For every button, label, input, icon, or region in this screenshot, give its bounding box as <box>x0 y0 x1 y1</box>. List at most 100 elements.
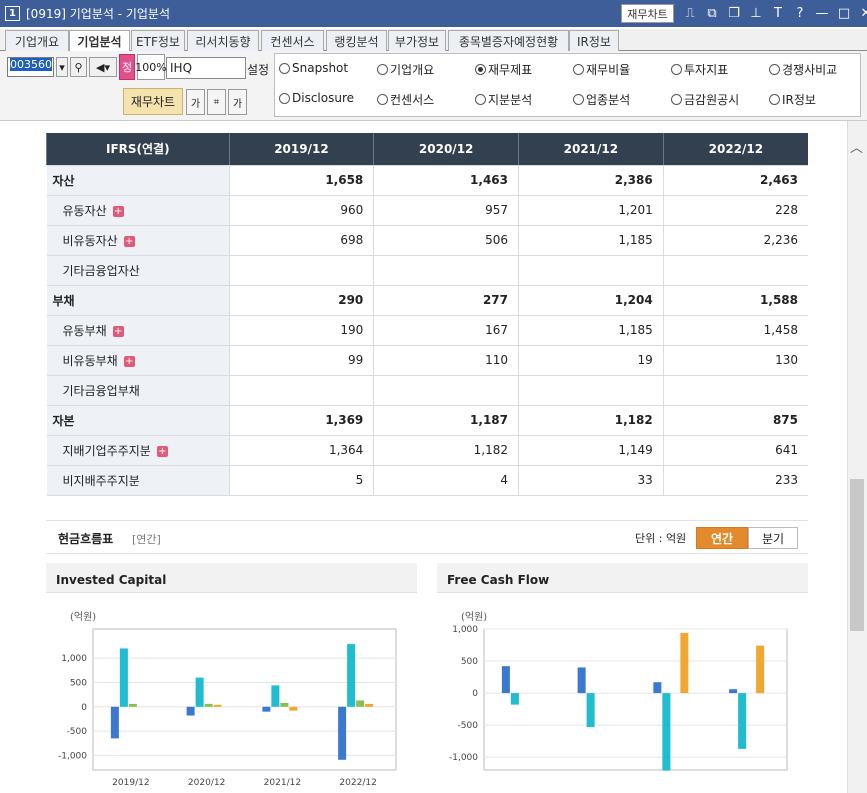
y-unit-label: (억원) <box>70 611 96 623</box>
stock-code-input[interactable]: 003560 <box>7 57 54 77</box>
table-cell: 233 <box>662 465 808 496</box>
table-cell: 290 <box>228 285 374 316</box>
badge-jung[interactable]: 정 <box>119 54 135 80</box>
quarter-toggle[interactable]: 분기 <box>748 527 798 549</box>
finance-chart-title-button[interactable]: 재무차트 <box>621 4 674 23</box>
radio-option-9[interactable]: 업종분석 <box>573 91 630 108</box>
font-size-button[interactable]: 가 <box>186 89 205 115</box>
radio-option-7[interactable]: 컨센서스 <box>377 91 434 108</box>
window-number: 1 <box>5 6 20 21</box>
y-tick-label: 1,000 <box>452 625 478 635</box>
font-size-up-button[interactable]: 가 <box>228 89 247 115</box>
invested-capital-panel: Invested Capital (억원) 1,000 500 0 -500 -1,000… <box>46 563 417 793</box>
row-label-cell: 유동부채 + <box>46 315 230 346</box>
bar-3-3 <box>365 703 374 707</box>
bar-1-3 <box>347 644 356 707</box>
y-tick-label: 500 <box>461 657 478 667</box>
font-icon[interactable]: T <box>770 4 786 22</box>
annual-toggle[interactable]: 연간 <box>696 527 748 549</box>
chevron-down-icon: ▾ <box>59 60 65 74</box>
table-cell <box>662 375 808 406</box>
tab-4[interactable]: 컨센서스 <box>261 30 324 51</box>
table-cell: 1,201 <box>518 195 664 226</box>
tab-6[interactable]: 부가정보 <box>388 30 446 51</box>
radio-label: Snapshot <box>292 61 349 75</box>
table-cell: 110 <box>373 345 519 376</box>
table-row: 자산 1,658 1,463 2,386 2,463 <box>46 165 808 196</box>
x-tick-label: 2019/12 <box>112 778 149 788</box>
radio-option-5[interactable]: 경쟁사비교 <box>769 61 837 78</box>
radio-option-0[interactable]: Snapshot <box>279 61 348 75</box>
finance-chart-button[interactable]: 재무차트 <box>123 88 183 115</box>
y-tick-label: 0 <box>81 703 87 713</box>
tab-8[interactable]: IR정보 <box>569 30 619 51</box>
table-header-2: 2020/12 <box>373 133 519 166</box>
tab-3[interactable]: 리서치동향 <box>187 30 259 51</box>
y-tick-label: 1,000 <box>61 654 87 664</box>
radio-circle-icon <box>475 64 486 75</box>
radio-option-1[interactable]: 기업개요 <box>377 61 434 78</box>
expand-plus-icon[interactable]: + <box>112 205 124 217</box>
table-cell: 2,236 <box>662 225 808 256</box>
radio-option-6[interactable]: Disclosure <box>279 91 354 105</box>
y-tick-label: -500 <box>67 727 88 737</box>
row-label: 유동자산 <box>62 203 107 218</box>
chevron-up-icon[interactable]: ︿ <box>850 137 863 156</box>
maximize-icon[interactable]: □ <box>836 4 852 22</box>
bar-3-3 <box>756 645 765 694</box>
radio-option-11[interactable]: IR정보 <box>769 91 816 108</box>
speaker-button[interactable]: ◀▾ <box>89 57 117 77</box>
minimize-icon[interactable]: — <box>814 4 830 22</box>
radio-option-10[interactable]: 금감원공시 <box>671 91 739 108</box>
scrollbar-thumb[interactable] <box>850 479 864 631</box>
window-title: [0919] 기업분석 - 기업분석 <box>26 7 170 21</box>
tab-0[interactable]: 기업개요 <box>5 30 69 51</box>
expand-plus-icon[interactable]: + <box>123 355 135 367</box>
table-cell: 167 <box>373 315 519 346</box>
tab-5[interactable]: 랭킹분석 <box>326 30 387 51</box>
radio-option-3[interactable]: 재무비율 <box>573 61 630 78</box>
tab-1[interactable]: 기업분석 <box>69 30 130 52</box>
radio-option-4[interactable]: 투자지표 <box>671 61 728 78</box>
radio-option-2[interactable]: 재무제표 <box>475 61 532 78</box>
table-cell: 4 <box>373 465 519 496</box>
free-cash-flow-title: Free Cash Flow <box>437 563 808 593</box>
free-cash-flow-chart: (억원) 1,000 500 0 -500 -1,000 <box>449 611 788 771</box>
row-label: 자산 <box>52 173 75 188</box>
code-dropdown-button[interactable]: ▾ <box>56 57 68 77</box>
bar-1-0 <box>119 648 128 707</box>
x-tick-label: 2021/12 <box>264 778 301 788</box>
vertical-scrollbar[interactable]: ︿ <box>847 121 867 793</box>
expand-plus-icon[interactable]: + <box>112 325 124 337</box>
expand-plus-icon[interactable]: + <box>123 235 135 247</box>
search-button[interactable]: ⚲ <box>70 57 87 77</box>
pin-icon[interactable]: ⊥ <box>748 4 764 22</box>
radio-label: 컨센서스 <box>390 93 435 107</box>
table-row: 비유동부채 +99 110 19 130 <box>46 345 808 376</box>
table-row: 비지배주주지분 5 4 33 233 <box>46 465 808 496</box>
zoom-level: 100% <box>135 54 167 80</box>
copy-icon[interactable]: ❐ <box>726 4 742 22</box>
menu-radio-group: Snapshot 기업개요 재무제표 재무비율 투자지표 경쟁사비교 Disclosure 컨… <box>274 53 861 117</box>
help-icon[interactable]: ? <box>792 4 808 22</box>
expand-plus-icon[interactable]: + <box>156 445 168 457</box>
radio-label: 기업개요 <box>390 63 435 77</box>
table-cell: 277 <box>373 285 519 316</box>
close-icon[interactable]: ✕ <box>858 4 867 22</box>
settings-label[interactable]: 설정 <box>247 61 269 78</box>
popout-icon[interactable]: ⧉ <box>704 4 720 22</box>
fit-screen-icon[interactable]: ⌗ <box>207 89 226 115</box>
radio-option-8[interactable]: 지분분석 <box>475 91 532 108</box>
tab-2[interactable]: ETF정보 <box>131 30 185 51</box>
radio-label: IR정보 <box>782 93 816 107</box>
ga-label: 가 <box>190 98 201 110</box>
bar-2-1 <box>204 703 213 707</box>
chart-icon[interactable]: ⎍ <box>682 4 698 22</box>
cashflow-header: 현금흐름표 [연간] 단위 : 억원 연간 분기 <box>46 520 808 554</box>
bar-0-2 <box>262 706 271 712</box>
stock-name-input[interactable]: IHQ <box>166 57 246 79</box>
row-label: 비유동자산 <box>62 233 118 248</box>
bar-2-2 <box>280 702 289 707</box>
row-label-cell: 비유동자산 + <box>46 225 230 256</box>
tab-7[interactable]: 종목별증자예정현황 <box>448 30 569 51</box>
